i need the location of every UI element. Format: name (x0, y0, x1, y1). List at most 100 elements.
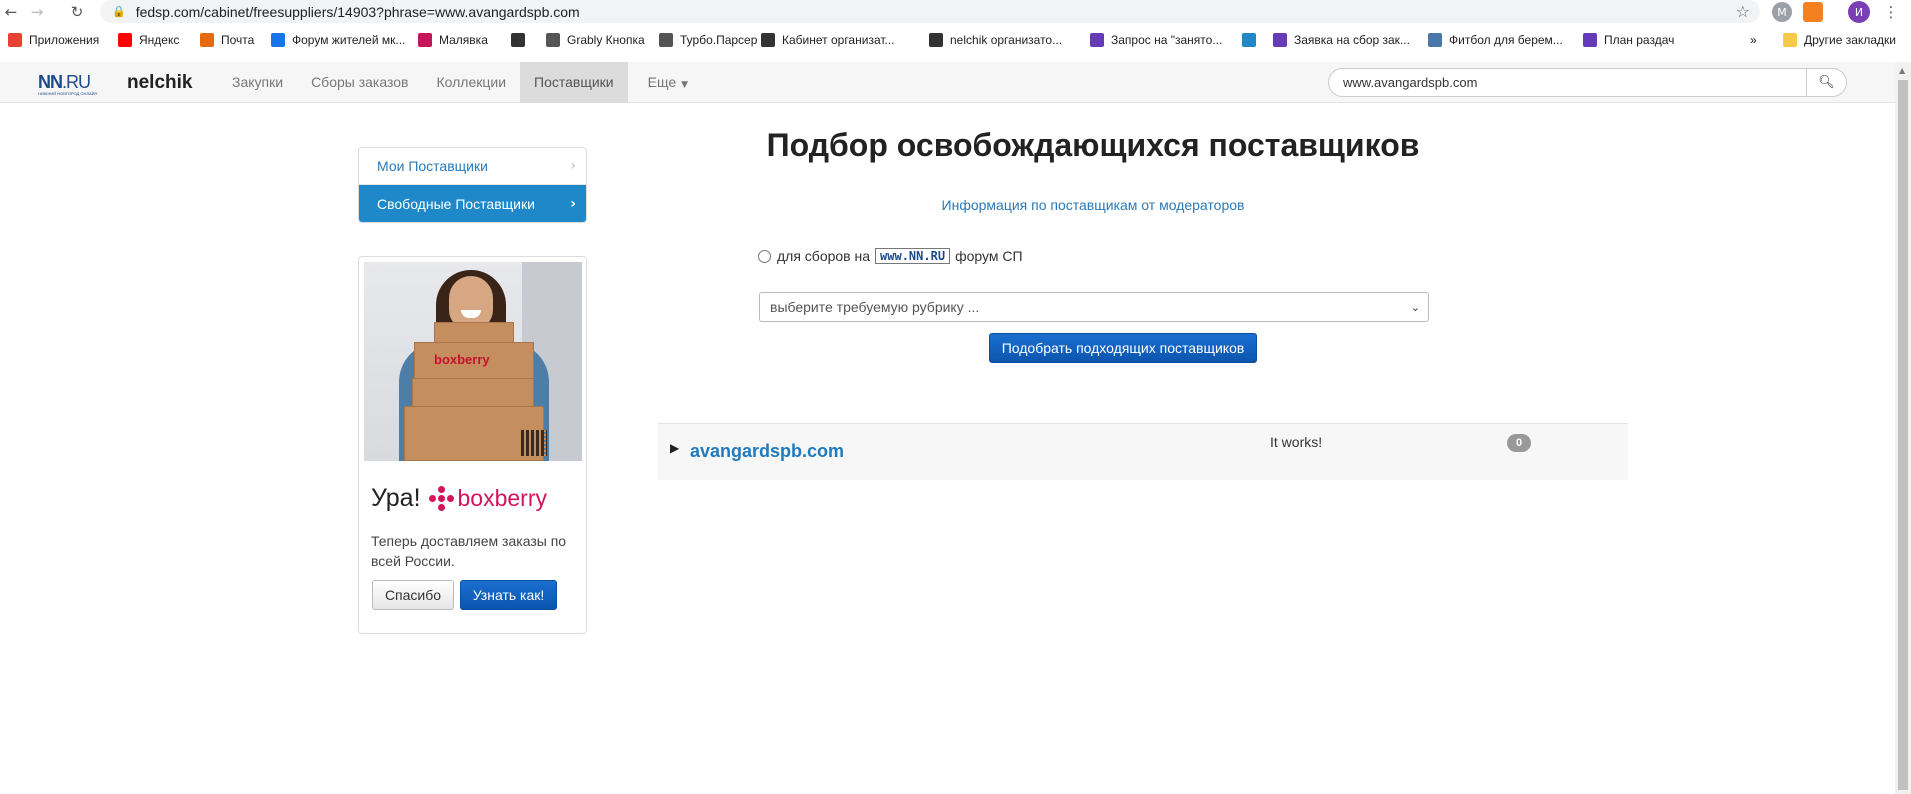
ad-learn-button[interactable]: Узнать как! (460, 580, 557, 610)
bookmark-label: Яндекс (139, 33, 180, 47)
ad-image[interactable]: boxberry (364, 262, 582, 461)
bookmark-label: План раздач (1604, 33, 1675, 47)
url-text: fedsp.com/cabinet/freesuppliers/14903?ph… (135, 3, 580, 20)
supplier-side-menu: Мои Поставщики › Свободные Поставщики › (358, 147, 587, 223)
bookmark-star-icon[interactable]: ☆ (1736, 2, 1750, 21)
site-logo[interactable]: NN.RU НИЖНИЙ НОВГОРОД ОНЛАЙН (38, 72, 97, 96)
search-box: 🔍︎ (1328, 68, 1847, 97)
nn-ru-badge: www.NN.RU (875, 248, 951, 264)
supplier-result-row[interactable]: ▶ avangardspb.com It works! 0 (658, 423, 1628, 480)
forum-radio[interactable] (758, 249, 771, 263)
scroll-up-icon[interactable]: ▲ (1899, 66, 1905, 75)
radio-suffix: форум СП (955, 248, 1023, 264)
caret-down-icon: ▼ (681, 80, 689, 90)
vk-icon (1428, 33, 1442, 47)
nav-tab[interactable]: Закупки (218, 62, 297, 103)
ad-title-text: Ура! (371, 484, 421, 512)
search-button[interactable]: 🔍︎ (1806, 69, 1846, 96)
bookmark-label: Турбо.Парсер (680, 33, 758, 47)
bookmark-label: Малявка (439, 33, 488, 47)
supplier-domain-link[interactable]: avangardspb.com (690, 441, 844, 462)
bookmark-item[interactable]: Кабинет организат... (761, 33, 895, 47)
logo-subtitle: НИЖНИЙ НОВГОРОД ОНЛАЙН (38, 91, 98, 96)
profile-avatar[interactable]: И (1848, 1, 1870, 23)
bookmark-item[interactable]: Турбо.Парсер (659, 33, 757, 47)
page-scrollbar[interactable]: ▲ (1895, 62, 1911, 794)
forum-icon (271, 33, 285, 47)
nav-tab-label: Сборы заказов (311, 74, 409, 90)
page-title: Подбор освобождающихся поставщиков (766, 127, 1420, 163)
bookmark-item[interactable]: Форум жителей мк... (271, 33, 405, 47)
folder-icon (1783, 33, 1797, 47)
nav-tab[interactable]: Сборы заказов (297, 62, 422, 103)
globe-icon (546, 33, 560, 47)
forward-icon[interactable]: → (26, 3, 48, 21)
apps-icon (8, 33, 22, 47)
bookmark-item[interactable]: Яндекс (118, 33, 179, 47)
other-bookmarks-label: Другие закладки (1804, 33, 1896, 47)
bookmarks-bar: Приложения Яндекс Почта Форум жителей мк...… (0, 30, 1911, 54)
bookmark-item[interactable]: Приложения (8, 33, 99, 47)
yandex-icon (118, 33, 132, 47)
expand-caret-icon[interactable]: ▶ (670, 441, 679, 455)
bookmark-item[interactable] (511, 33, 532, 47)
nav-tabs: Закупки Сборы заказов Коллекции Поставщики Е… (218, 62, 702, 103)
other-bookmarks[interactable]: Другие закладки (1783, 33, 1896, 47)
bookmark-item[interactable]: nelchik организато... (929, 33, 1062, 47)
bookmark-label: Кабинет организат... (782, 33, 895, 47)
bookmark-label: Фитбол для берем... (1449, 33, 1563, 47)
nav-tab-label: Закупки (232, 74, 284, 90)
address-bar[interactable]: 🔒 fedsp.com/cabinet/freesuppliers/14903?… (100, 0, 1760, 23)
find-suppliers-button[interactable]: Подобрать подходящих поставщиков (989, 333, 1257, 363)
nn-sheep-icon (511, 33, 525, 47)
puzzle-icon (1242, 33, 1256, 47)
globe-icon (659, 33, 673, 47)
bookmark-item[interactable]: Запрос на "занято... (1090, 33, 1222, 47)
bookmarks-more-button[interactable]: » (1750, 33, 1757, 47)
nav-tab[interactable]: Поставщики (520, 62, 628, 103)
search-input[interactable] (1329, 69, 1806, 96)
extension-m-icon[interactable]: M (1772, 2, 1792, 22)
bookmark-item[interactable]: Фитбол для берем... (1428, 33, 1563, 47)
bookmark-item[interactable]: Малявка (418, 33, 488, 47)
ad-image-brand: boxberry (434, 352, 490, 367)
bookmark-item[interactable]: План раздач (1583, 33, 1674, 47)
side-menu-item[interactable]: Мои Поставщики › (359, 148, 586, 185)
username[interactable]: nelchik (127, 72, 192, 94)
lock-icon: 🔒 (112, 5, 126, 18)
forms-icon (1583, 33, 1597, 47)
category-select[interactable]: выберите требуемую рубрику ... ⌄ (759, 292, 1429, 322)
bookmark-item[interactable] (1242, 33, 1263, 47)
reload-icon[interactable]: ↻ (66, 3, 88, 21)
nav-tab[interactable]: Коллекции (422, 62, 520, 103)
nav-tab-label: Еще (647, 74, 677, 90)
scrollbar-thumb[interactable] (1898, 80, 1908, 790)
bookmark-label: Запрос на "занято... (1111, 33, 1223, 47)
bookmark-item[interactable]: Почта (200, 33, 254, 47)
nn-sheep-icon (761, 33, 775, 47)
moderator-info-link[interactable]: Информация по поставщикам от модераторов (658, 197, 1528, 213)
logo-ru: .RU (62, 72, 91, 92)
nav-tab-label: Коллекции (436, 74, 507, 90)
chevron-right-icon: › (570, 158, 576, 174)
bookmark-label: nelchik организато... (950, 33, 1063, 47)
nav-tab[interactable]: Еще ▼ (634, 62, 702, 103)
profile-initial: И (1854, 5, 1864, 19)
ad-text: Теперь доставляем заказы по всей России. (371, 533, 567, 569)
extension-m-label: M (1777, 5, 1787, 19)
nn-sheep-icon (929, 33, 943, 47)
bookmark-item[interactable]: Grably Кнопка (546, 33, 645, 47)
supplier-status: It works! (1270, 434, 1323, 450)
back-icon[interactable]: ← (0, 3, 22, 21)
ad-image-box-top (434, 322, 514, 344)
site-navbar: NN.RU НИЖНИЙ НОВГОРОД ОНЛАЙН nelchik Зак… (0, 62, 1895, 103)
ad-brand: boxberry (457, 485, 547, 511)
extension-orange-icon[interactable] (1803, 2, 1823, 22)
forms-icon (1090, 33, 1104, 47)
bookmark-label: Форум жителей мк... (292, 33, 406, 47)
side-menu-item[interactable]: Свободные Поставщики › (359, 185, 586, 222)
forum-radio-option[interactable]: для сборов на www.NN.RU форум СП (758, 248, 1023, 264)
bookmark-item[interactable]: Заявка на сбор зак... (1273, 33, 1410, 47)
menu-dots-icon[interactable]: ⋮ (1880, 3, 1902, 21)
ad-thanks-button[interactable]: Спасибо (372, 580, 454, 610)
